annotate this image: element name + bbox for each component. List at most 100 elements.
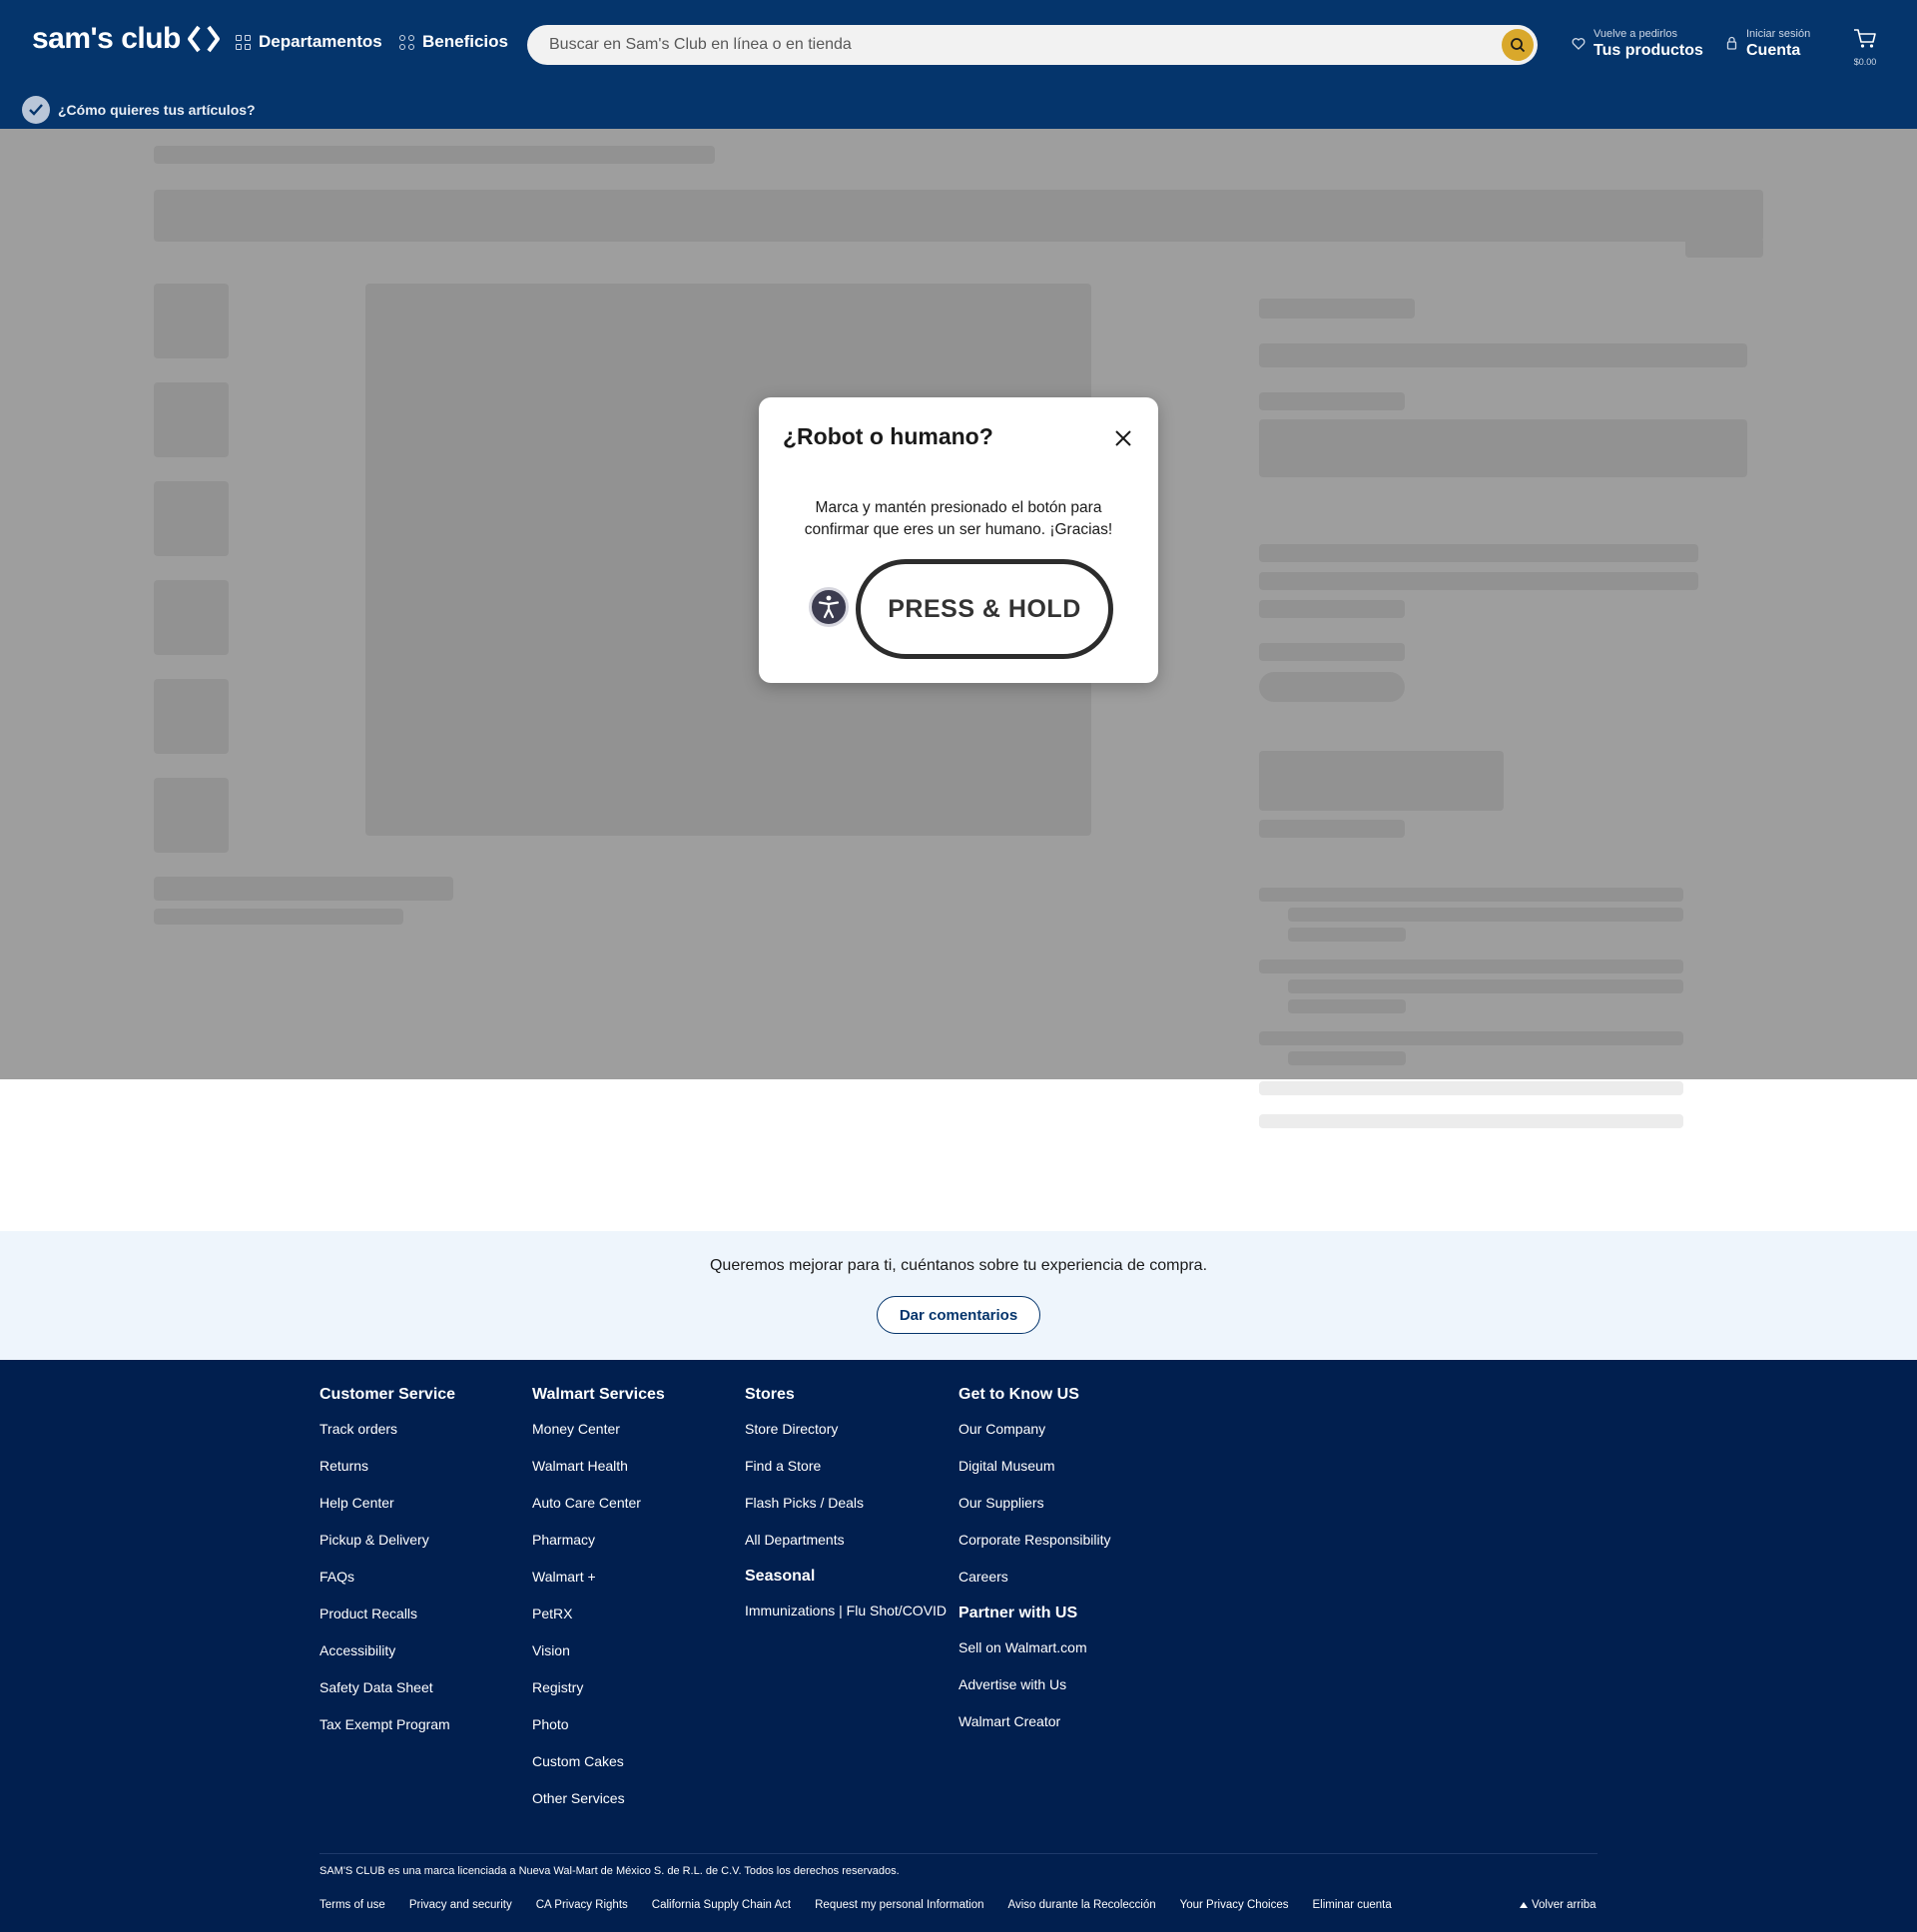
footer-link[interactable]: Money Center <box>532 1418 665 1455</box>
footer-link[interactable]: Flash Picks / Deals <box>745 1492 947 1529</box>
reorder-big-label: Tus productos <box>1594 42 1703 59</box>
legal-link[interactable]: Request my personal Information <box>815 1899 983 1911</box>
caret-up-icon <box>1520 1902 1528 1908</box>
footer-heading: Walmart Services <box>532 1386 665 1403</box>
reorder-small-label: Vuelve a pedirlos <box>1594 28 1677 40</box>
nav-departments-label: Departamentos <box>259 32 382 51</box>
search-icon <box>1511 38 1526 53</box>
legal-link[interactable]: Your Privacy Choices <box>1180 1899 1289 1911</box>
reorder-link[interactable]: Vuelve a pedirlos Tus productos <box>1572 28 1703 60</box>
footer-link[interactable]: Track orders <box>320 1418 455 1455</box>
accessibility-icon <box>818 595 840 619</box>
footer-link[interactable]: Corporate Responsibility <box>958 1529 1111 1566</box>
legal-link[interactable]: Terms of use <box>320 1899 385 1911</box>
footer-link[interactable]: Careers <box>958 1566 1111 1603</box>
footer-divider <box>320 1853 1598 1854</box>
site-header: sam's club Departamentos Beneficios Vuel… <box>0 0 1917 129</box>
delivery-prompt[interactable]: ¿Cómo quieres tus artículos? <box>22 96 256 124</box>
press-hold-button[interactable]: PRESS & HOLD <box>856 559 1113 659</box>
delivery-bar: ¿Cómo quieres tus artículos? <box>0 88 1917 129</box>
footer-link[interactable]: Digital Museum <box>958 1455 1111 1492</box>
footer-link[interactable]: Auto Care Center <box>532 1492 665 1529</box>
legal-link[interactable]: Eliminar cuenta <box>1313 1899 1392 1911</box>
accessibility-button[interactable] <box>809 587 849 627</box>
footer-link[interactable]: Our Company <box>958 1418 1111 1455</box>
account-link[interactable]: Iniciar sesión Cuenta <box>1725 28 1810 60</box>
sams-club-logo[interactable]: sam's club <box>32 22 221 56</box>
footer-link[interactable]: Registry <box>532 1676 665 1713</box>
close-icon <box>1115 430 1131 446</box>
footer-column-stores: Stores Store Directory Find a Store Flas… <box>745 1386 947 1636</box>
footer-link[interactable]: Pickup & Delivery <box>320 1529 455 1566</box>
nav-benefits-label: Beneficios <box>422 32 508 51</box>
legal-link[interactable]: California Supply Chain Act <box>652 1899 791 1911</box>
footer-heading: Stores <box>745 1386 795 1403</box>
grid-icon <box>236 34 251 50</box>
header-top-bar: sam's club Departamentos Beneficios Vuel… <box>0 0 1917 88</box>
dialog-message: Marca y mantén presionado el botón para … <box>804 499 1113 538</box>
captcha-dialog: ¿Robot o humano? Marca y mantén presiona… <box>759 397 1158 683</box>
footer-column-customer-service: Customer Service Track orders Returns He… <box>320 1386 455 1750</box>
search-button[interactable] <box>1502 29 1534 61</box>
legal-link[interactable]: Aviso durante la Recolección <box>1008 1899 1156 1911</box>
footer-link[interactable]: Advertise with Us <box>958 1673 1111 1710</box>
logo-mark-icon <box>187 25 220 53</box>
footer-link[interactable]: Walmart Health <box>532 1455 665 1492</box>
delivery-prompt-label: ¿Cómo quieres tus artículos? <box>58 102 256 118</box>
back-to-top-label: Volver arriba <box>1532 1899 1597 1911</box>
legal-links: Terms of use Privacy and security CA Pri… <box>320 1899 1392 1911</box>
footer-link[interactable]: Find a Store <box>745 1455 947 1492</box>
footer-link[interactable]: Store Directory <box>745 1418 947 1455</box>
footer-link[interactable]: Safety Data Sheet <box>320 1676 455 1713</box>
account-big-label: Cuenta <box>1746 42 1801 59</box>
dialog-title: ¿Robot o humano? <box>783 423 993 449</box>
dots-icon <box>399 34 414 50</box>
footer-link[interactable]: Returns <box>320 1455 455 1492</box>
back-to-top-link[interactable]: Volver arriba <box>1520 1899 1597 1911</box>
footer-link[interactable]: Walmart + <box>532 1566 665 1603</box>
footer-link[interactable]: Other Services <box>532 1787 665 1824</box>
footer-column-walmart-services: Walmart Services Money Center Walmart He… <box>532 1386 665 1824</box>
legal-link[interactable]: CA Privacy Rights <box>536 1899 628 1911</box>
feedback-text: Queremos mejorar para ti, cuéntanos sobr… <box>709 1257 1208 1274</box>
footer-heading: Get to Know US <box>958 1386 1079 1403</box>
legal-link[interactable]: Privacy and security <box>409 1899 512 1911</box>
search-input[interactable] <box>549 25 1478 65</box>
footer-subheading: Partner with US <box>958 1605 1078 1621</box>
footer-link[interactable]: Photo <box>532 1713 665 1750</box>
footer-link[interactable]: Custom Cakes <box>532 1750 665 1787</box>
cart-amount: $0.00 <box>1853 57 1877 67</box>
footer-link[interactable]: Immunizations | Flu Shot/COVID <box>745 1600 947 1636</box>
heart-icon <box>1572 38 1586 50</box>
user-icon <box>1726 36 1737 50</box>
feedback-section: Queremos mejorar para ti, cuéntanos sobr… <box>0 1231 1917 1360</box>
cart-button[interactable]: $0.00 <box>1853 28 1877 67</box>
footer-link[interactable]: Walmart Creator <box>958 1710 1111 1747</box>
nav-departments[interactable]: Departamentos <box>236 32 382 52</box>
delivery-icon <box>22 96 50 124</box>
footer-link[interactable]: Accessibility <box>320 1639 455 1676</box>
footer-link[interactable]: FAQs <box>320 1566 455 1603</box>
footer-link[interactable]: Vision <box>532 1639 665 1676</box>
footer-link[interactable]: Help Center <box>320 1492 455 1529</box>
close-button[interactable] <box>1110 425 1136 451</box>
footer-link[interactable]: Pharmacy <box>532 1529 665 1566</box>
skeleton-row <box>1259 1081 1683 1095</box>
copyright-text: SAM'S CLUB es una marca licenciada a Nue… <box>320 1865 900 1877</box>
skeleton-row <box>1259 1114 1683 1128</box>
search-bar <box>527 25 1538 65</box>
nav-benefits[interactable]: Beneficios <box>399 32 508 52</box>
feedback-button[interactable]: Dar comentarios <box>877 1296 1040 1334</box>
footer-heading: Customer Service <box>320 1386 456 1403</box>
account-small-label: Iniciar sesión <box>1746 28 1811 40</box>
footer-link[interactable]: Product Recalls <box>320 1603 455 1639</box>
footer-link[interactable]: Sell on Walmart.com <box>958 1636 1111 1673</box>
cart-icon <box>1854 29 1876 48</box>
site-footer: Customer Service Track orders Returns He… <box>0 1360 1917 1932</box>
footer-link[interactable]: PetRX <box>532 1603 665 1639</box>
footer-column-get-to-know-us: Get to Know US Our Company Digital Museu… <box>958 1386 1111 1747</box>
footer-link[interactable]: Tax Exempt Program <box>320 1713 455 1750</box>
footer-subheading: Seasonal <box>745 1568 816 1585</box>
footer-link[interactable]: All Departments <box>745 1529 947 1566</box>
footer-link[interactable]: Our Suppliers <box>958 1492 1111 1529</box>
